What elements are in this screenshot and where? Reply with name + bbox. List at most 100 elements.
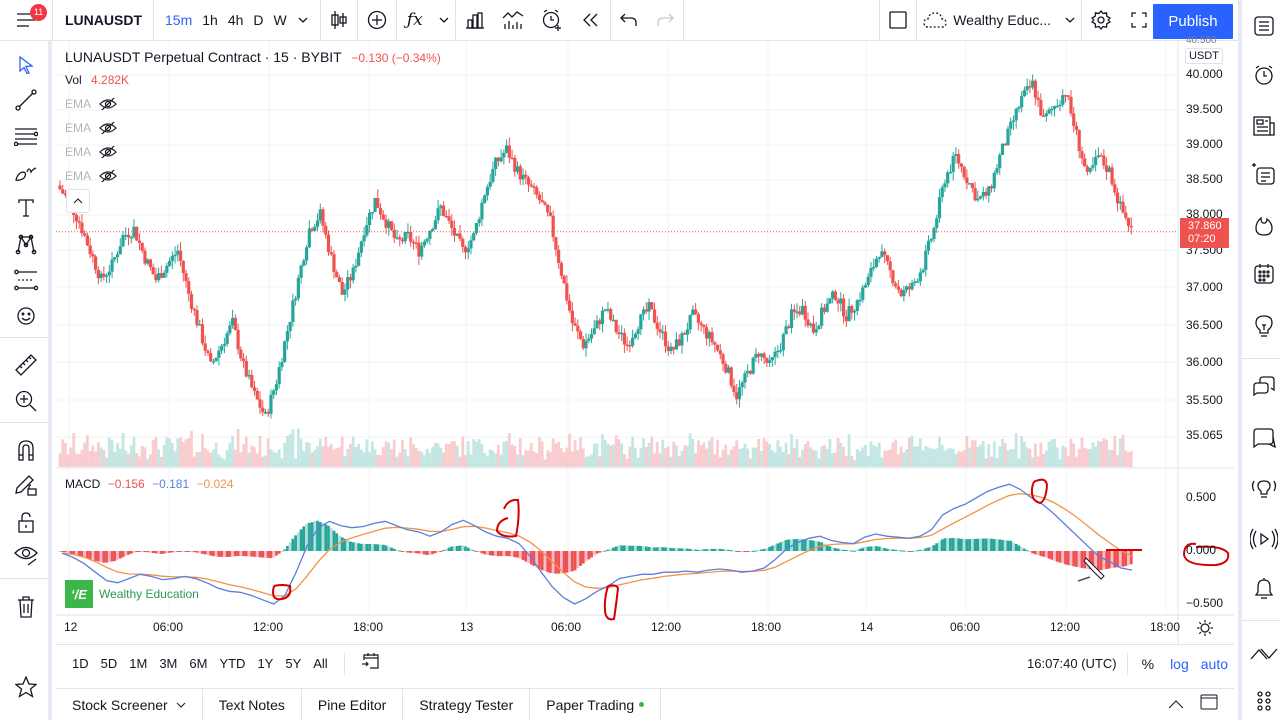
fib-tool[interactable] (12, 122, 40, 150)
candle-body (970, 183, 974, 189)
range-3m[interactable]: 3M (153, 656, 183, 671)
indicators-dropdown[interactable] (433, 0, 455, 41)
candle-body (157, 273, 161, 281)
prediction-tool[interactable] (12, 266, 40, 294)
auto-scale-toggle[interactable]: auto (1195, 656, 1234, 672)
eye-hidden-icon[interactable] (99, 97, 117, 111)
hotlists-button[interactable] (1250, 212, 1278, 240)
lock-drawing-mode[interactable] (12, 471, 40, 499)
volume-bar (957, 451, 961, 467)
interval-dropdown[interactable] (292, 0, 314, 41)
live-streams-button[interactable] (1250, 525, 1278, 553)
interval-w[interactable]: W (269, 0, 292, 41)
eye-hidden-icon[interactable] (99, 145, 117, 159)
tab-text-notes[interactable]: Text Notes (203, 688, 302, 721)
tab-paper-trading[interactable]: Paper Trading (530, 688, 662, 721)
streams-button[interactable] (1250, 474, 1278, 502)
range-6m[interactable]: 6M (183, 656, 213, 671)
range-1m[interactable]: 1M (123, 656, 153, 671)
redo-button[interactable] (647, 0, 683, 41)
volume-bar (762, 437, 766, 467)
remove-drawings[interactable] (12, 593, 40, 621)
ema-indicator-legend[interactable]: EMA (65, 169, 117, 183)
collapse-legend-button[interactable] (66, 189, 90, 213)
bar-countdown: 07:20 (1188, 233, 1216, 245)
candle-body (74, 215, 79, 222)
ema-indicator-legend[interactable]: EMA (65, 121, 117, 135)
volume-bar (258, 435, 262, 467)
range-1y[interactable]: 1Y (251, 656, 279, 671)
trend-line-tool[interactable] (12, 86, 40, 114)
range-1d[interactable]: 1D (66, 656, 95, 671)
volume-bar (403, 449, 407, 467)
zoom-tool[interactable] (12, 387, 40, 415)
emoji-tool[interactable] (12, 302, 40, 330)
range-all[interactable]: All (307, 656, 333, 671)
alerts-button[interactable] (1250, 61, 1278, 89)
favorites-button[interactable] (12, 673, 40, 701)
expand-panel-button[interactable] (1158, 696, 1194, 714)
goto-date-button[interactable] (355, 652, 387, 675)
tab-pine-editor[interactable]: Pine Editor (302, 688, 404, 721)
trading-panel-button[interactable] (1250, 640, 1278, 668)
undo-button[interactable] (611, 0, 647, 41)
interval-1h[interactable]: 1h (197, 0, 223, 41)
cursor-tool[interactable] (12, 51, 40, 79)
eye-hidden-icon[interactable] (99, 121, 117, 135)
news-button[interactable] (1250, 112, 1278, 140)
alert-button[interactable] (532, 0, 572, 41)
macd-histogram-bar (732, 550, 736, 552)
volume-bar (1012, 449, 1015, 467)
replay-button[interactable] (572, 0, 610, 41)
brush-tool[interactable] (12, 158, 40, 186)
range-5d[interactable]: 5D (95, 656, 124, 671)
tab-strategy-tester[interactable]: Strategy Tester (403, 688, 531, 721)
publish-button[interactable]: Publish (1153, 4, 1233, 39)
candle-body (1006, 128, 1010, 146)
currency-badge[interactable]: USDT (1185, 48, 1223, 64)
volume-bar (1039, 442, 1043, 467)
hide-drawings[interactable] (12, 541, 40, 569)
pattern-tool[interactable] (12, 230, 40, 258)
compare-button[interactable] (358, 0, 396, 41)
volume-bar (179, 437, 182, 467)
macd-histogram-bar (1017, 545, 1021, 551)
range-ytd[interactable]: YTD (213, 656, 251, 671)
calendar-button[interactable] (1250, 260, 1278, 288)
main-menu-button[interactable]: 11 (0, 0, 52, 41)
indicators-button[interactable]: ƒx (397, 0, 433, 41)
symbol-search[interactable]: LUNAUSDT (53, 0, 153, 41)
interval-15m[interactable]: 15m (160, 0, 197, 41)
eye-hidden-icon[interactable] (99, 169, 117, 183)
notifications-button[interactable] (1250, 575, 1278, 603)
utc-clock[interactable]: 16:07:40 (UTC) (1017, 656, 1127, 671)
dom-button[interactable] (1250, 688, 1278, 716)
range-5y[interactable]: 5Y (279, 656, 307, 671)
chart-canvas[interactable] (56, 41, 1234, 644)
interval-4h[interactable]: 4h (223, 0, 249, 41)
private-chats-button[interactable] (1250, 424, 1278, 452)
log-scale-toggle[interactable]: log (1164, 656, 1195, 672)
templates-button[interactable] (494, 0, 532, 41)
ema-indicator-legend[interactable]: EMA (65, 145, 117, 159)
text-tool[interactable] (12, 194, 40, 222)
financials-button[interactable] (456, 0, 494, 41)
ideas-stream-button[interactable] (1250, 160, 1278, 188)
tab-label: Paper Trading (546, 696, 635, 713)
axis-settings-button[interactable] (1196, 619, 1214, 642)
layout-menu[interactable]: Wealthy Educ... (917, 0, 1081, 41)
percent-scale-toggle[interactable]: % (1128, 656, 1164, 672)
settings-button[interactable] (1082, 0, 1120, 41)
watchlist-button[interactable] (1250, 12, 1278, 40)
tab-stock-screener[interactable]: Stock Screener (56, 688, 203, 721)
select-all-checkbox[interactable] (880, 0, 916, 41)
chats-button[interactable] (1250, 373, 1278, 401)
ideas-button[interactable] (1250, 312, 1278, 340)
lock-all-drawings[interactable] (12, 508, 40, 536)
ema-indicator-legend[interactable]: EMA (65, 97, 117, 111)
measure-tool[interactable] (12, 351, 40, 379)
magnet-tool[interactable] (12, 436, 40, 464)
interval-d[interactable]: D (248, 0, 268, 41)
maximize-panel-button[interactable] (1194, 694, 1234, 715)
chart-type-button[interactable] (321, 0, 357, 41)
